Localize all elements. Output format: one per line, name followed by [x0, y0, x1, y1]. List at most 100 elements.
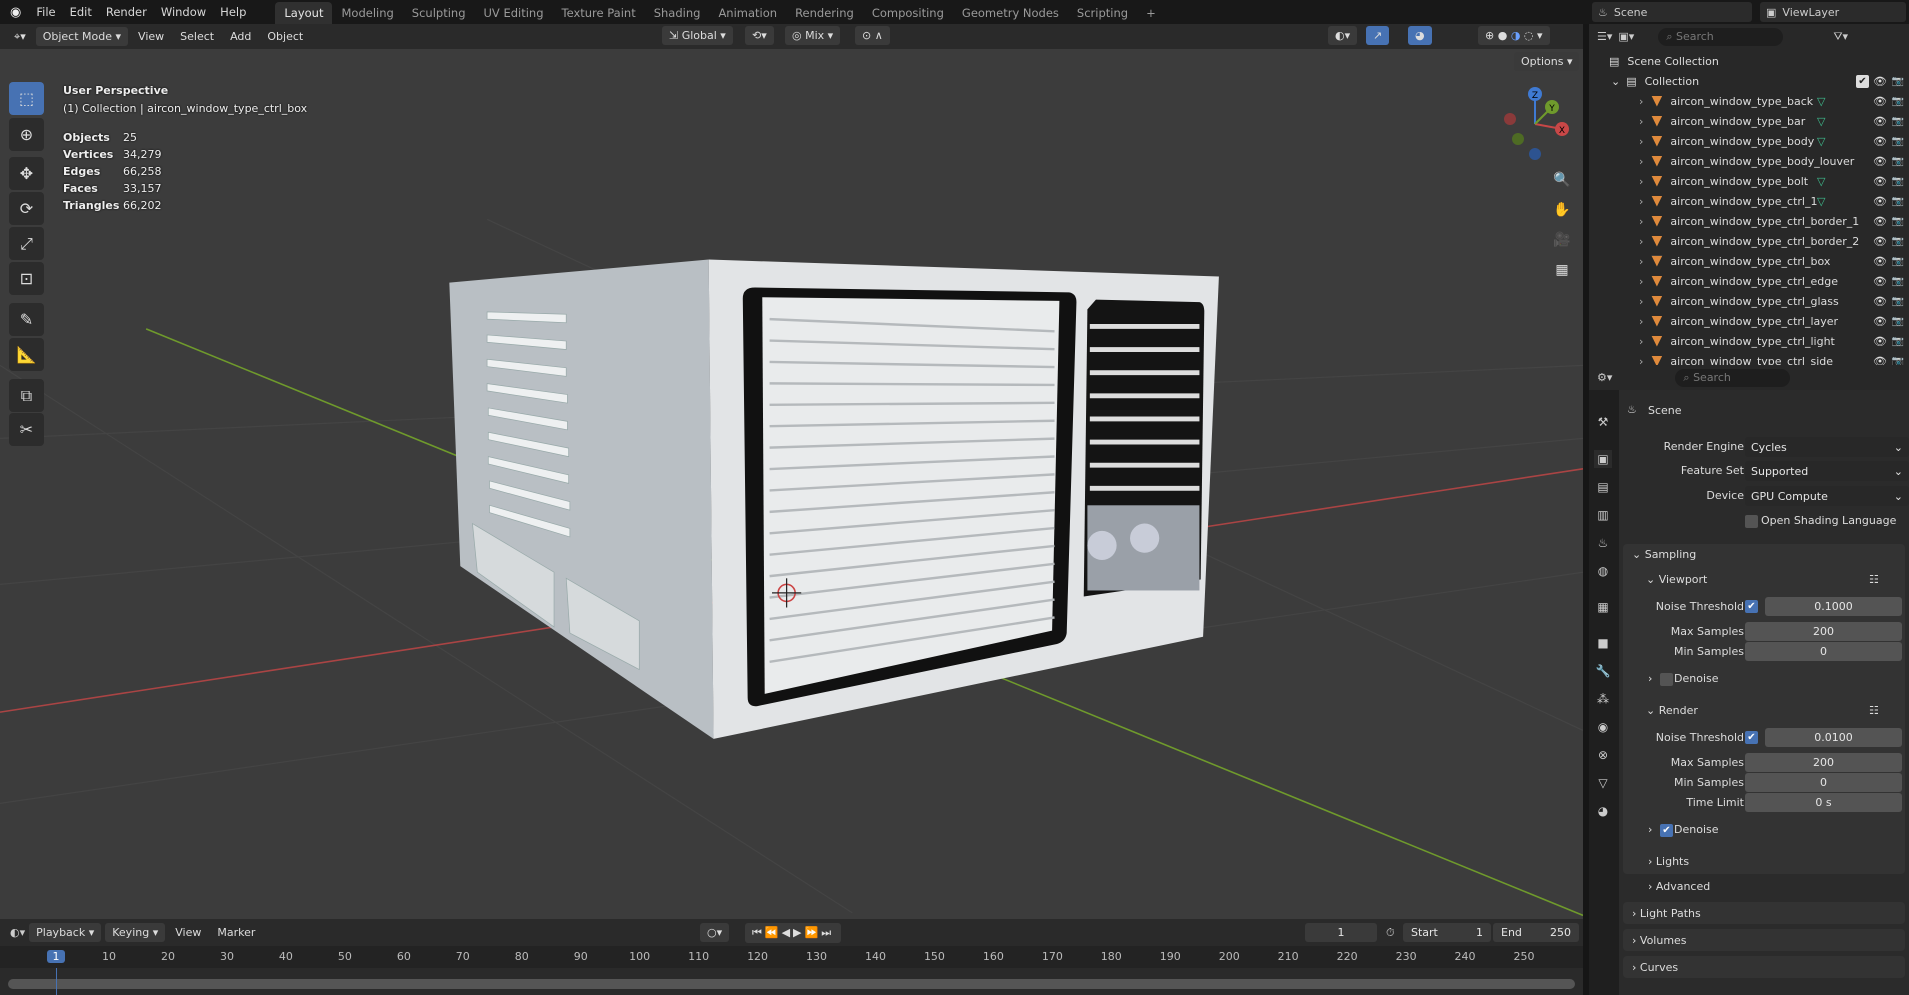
- cut-tool-icon[interactable]: ✂: [9, 413, 44, 446]
- outliner-item[interactable]: › aircon_window_type_back ▽ 👁 📷: [1589, 91, 1909, 111]
- orthographic-grid-icon[interactable]: ▦: [1549, 257, 1575, 283]
- modifier-icon[interactable]: 🔧: [1594, 662, 1612, 680]
- outliner-item[interactable]: › aircon_window_type_body ▽ 👁 📷: [1589, 131, 1909, 151]
- menu-file[interactable]: File: [29, 5, 62, 19]
- tool-icon[interactable]: ⚒: [1594, 413, 1612, 431]
- eye-icon[interactable]: 👁: [1873, 135, 1887, 148]
- outliner-item[interactable]: › aircon_window_type_ctrl_border_2 👁 📷: [1589, 231, 1909, 251]
- timeline-editor-icon[interactable]: ◐▾: [10, 926, 25, 939]
- view-layer-selector[interactable]: ▣ ViewLayer: [1760, 2, 1906, 22]
- scene-icon[interactable]: ♨: [1594, 534, 1612, 552]
- tab-shading[interactable]: Shading: [645, 2, 710, 24]
- timeline-scrollbar[interactable]: [8, 979, 1575, 989]
- render-time-limit-field[interactable]: 0 s: [1745, 793, 1902, 812]
- eye-icon[interactable]: 👁: [1873, 95, 1887, 108]
- render-camera-icon[interactable]: 📷: [1892, 136, 1904, 147]
- outliner-search-input[interactable]: ⌕ Search: [1658, 27, 1784, 46]
- tab-texture-paint[interactable]: Texture Paint: [553, 2, 645, 24]
- expand-chevron-icon[interactable]: ⌄: [1611, 75, 1620, 88]
- outliner-item[interactable]: › aircon_window_type_ctrl_glass 👁 📷: [1589, 291, 1909, 311]
- render-camera-icon[interactable]: 📷: [1892, 316, 1904, 327]
- eye-icon[interactable]: 👁: [1873, 215, 1887, 228]
- expand-chevron-icon[interactable]: ›: [1648, 672, 1652, 685]
- tab-compositing[interactable]: Compositing: [863, 2, 953, 24]
- cursor-tool-icon[interactable]: ⊕: [9, 118, 44, 151]
- expand-chevron-icon[interactable]: ›: [1639, 295, 1643, 308]
- navigation-gizmo[interactable]: Z X Y: [1490, 79, 1580, 169]
- eye-icon[interactable]: 👁: [1873, 75, 1887, 88]
- properties-editor-icon[interactable]: ⚙▾: [1597, 371, 1612, 384]
- render-camera-icon[interactable]: 📷: [1892, 296, 1904, 307]
- editor-type-icon[interactable]: ⌖▾: [8, 27, 32, 47]
- eye-icon[interactable]: 👁: [1873, 155, 1887, 168]
- eye-icon[interactable]: 👁: [1873, 275, 1887, 288]
- feature-set-dropdown[interactable]: Supported ⌄: [1745, 461, 1909, 481]
- tab-sculpting[interactable]: Sculpting: [403, 2, 475, 24]
- presets-list-icon[interactable]: ☷: [1869, 573, 1879, 586]
- pan-hand-icon[interactable]: ✋: [1549, 197, 1575, 223]
- display-mode-icon[interactable]: ▣▾: [1618, 30, 1634, 43]
- tab-rendering[interactable]: Rendering: [786, 2, 863, 24]
- marker-menu[interactable]: Marker: [211, 923, 261, 942]
- mesh-data-icon[interactable]: ▽: [1817, 95, 1825, 108]
- pivot-icon[interactable]: ⟲▾: [745, 26, 774, 45]
- render-min-samples-field[interactable]: 0: [1745, 773, 1902, 792]
- expand-chevron-icon[interactable]: ›: [1639, 255, 1643, 268]
- world-icon[interactable]: ◍: [1594, 562, 1612, 580]
- frame-ruler[interactable]: 1 10 20 30 40 50 60 70 80 90 100 110 120 130 140 150 160…: [0, 946, 1583, 968]
- outliner-item[interactable]: › aircon_window_type_ctrl_edge 👁 📷: [1589, 271, 1909, 291]
- 3d-viewport[interactable]: User Perspective (1) Collection | aircon…: [0, 49, 1584, 919]
- render-camera-icon[interactable]: 📷: [1892, 196, 1904, 207]
- select-box-tool-icon[interactable]: ⬚: [9, 82, 44, 115]
- eye-icon[interactable]: 👁: [1873, 235, 1887, 248]
- gizmo-toggle-icon[interactable]: ↗: [1366, 26, 1390, 45]
- eye-icon[interactable]: 👁: [1873, 255, 1887, 268]
- annotate-tool-icon[interactable]: ✎: [9, 303, 44, 336]
- scale-tool-icon[interactable]: ⤢: [9, 227, 44, 260]
- expand-chevron-icon[interactable]: ›: [1639, 235, 1643, 248]
- outliner-item[interactable]: › aircon_window_type_bar ▽ 👁 📷: [1589, 111, 1909, 131]
- render-camera-icon[interactable]: 📷: [1892, 256, 1904, 267]
- noise-threshold-checkbox[interactable]: ✔: [1745, 731, 1758, 744]
- proportional-edit-icon[interactable]: ⊙ ∧: [855, 26, 890, 45]
- outliner-item[interactable]: › aircon_window_type_ctrl_1 ▽ 👁 📷: [1589, 191, 1909, 211]
- move-tool-icon[interactable]: ✥: [9, 157, 44, 190]
- keying-menu[interactable]: Keying ▾: [105, 923, 166, 942]
- scene-selector[interactable]: ♨ Scene: [1592, 2, 1752, 22]
- render-camera-icon[interactable]: 📷: [1892, 116, 1904, 127]
- expand-chevron-icon[interactable]: ›: [1648, 823, 1652, 836]
- eye-icon[interactable]: 👁: [1873, 315, 1887, 328]
- device-dropdown[interactable]: GPU Compute ⌄: [1745, 486, 1909, 506]
- filter-icon[interactable]: ⛛▾: [1833, 30, 1848, 44]
- viewport-max-samples-field[interactable]: 200: [1745, 622, 1902, 641]
- render-camera-icon[interactable]: 📷: [1892, 156, 1904, 167]
- light-paths-panel[interactable]: › Light Paths: [1632, 907, 1701, 920]
- render-camera-icon[interactable]: 📷: [1892, 276, 1904, 287]
- tab-layout[interactable]: Layout: [275, 2, 333, 24]
- outliner-item[interactable]: › aircon_window_type_bolt ▽ 👁 📷: [1589, 171, 1909, 191]
- mesh-data-icon[interactable]: ▽: [1817, 135, 1825, 148]
- playhead[interactable]: 1: [47, 950, 65, 963]
- collection-row[interactable]: ⌄ ▤ Collection ✔ 👁 📷: [1589, 71, 1909, 91]
- expand-chevron-icon[interactable]: ›: [1639, 135, 1643, 148]
- scene-collection-row[interactable]: ▤ Scene Collection: [1589, 51, 1909, 71]
- render-denoise-checkbox[interactable]: ✔: [1660, 824, 1673, 837]
- mesh-data-icon[interactable]: ▽: [1817, 115, 1825, 128]
- expand-chevron-icon[interactable]: ›: [1639, 215, 1643, 228]
- scene-name[interactable]: Scene: [1614, 6, 1648, 19]
- menu-window[interactable]: Window: [154, 5, 213, 19]
- tab-uv-editing[interactable]: UV Editing: [475, 2, 553, 24]
- outliner-item[interactable]: › aircon_window_type_ctrl_box 👁 📷: [1589, 251, 1909, 271]
- menu-object[interactable]: Object: [261, 27, 309, 46]
- eye-icon[interactable]: 👁: [1873, 195, 1887, 208]
- menu-add[interactable]: Add: [224, 27, 257, 46]
- timeline-view-menu[interactable]: View: [169, 923, 207, 942]
- viewport-subpanel-header[interactable]: ⌄ Viewport: [1646, 573, 1707, 586]
- view-layer-name[interactable]: ViewLayer: [1782, 6, 1839, 19]
- mesh-data-icon[interactable]: ▽: [1817, 175, 1825, 188]
- playback-controls[interactable]: ⏮⏪◀▶⏩⏭: [745, 923, 842, 943]
- expand-chevron-icon[interactable]: ›: [1639, 95, 1643, 108]
- expand-chevron-icon[interactable]: ›: [1639, 175, 1643, 188]
- overlay-toggle-icon[interactable]: ◕: [1408, 26, 1432, 45]
- outliner-item[interactable]: › aircon_window_type_ctrl_light 👁 📷: [1589, 331, 1909, 351]
